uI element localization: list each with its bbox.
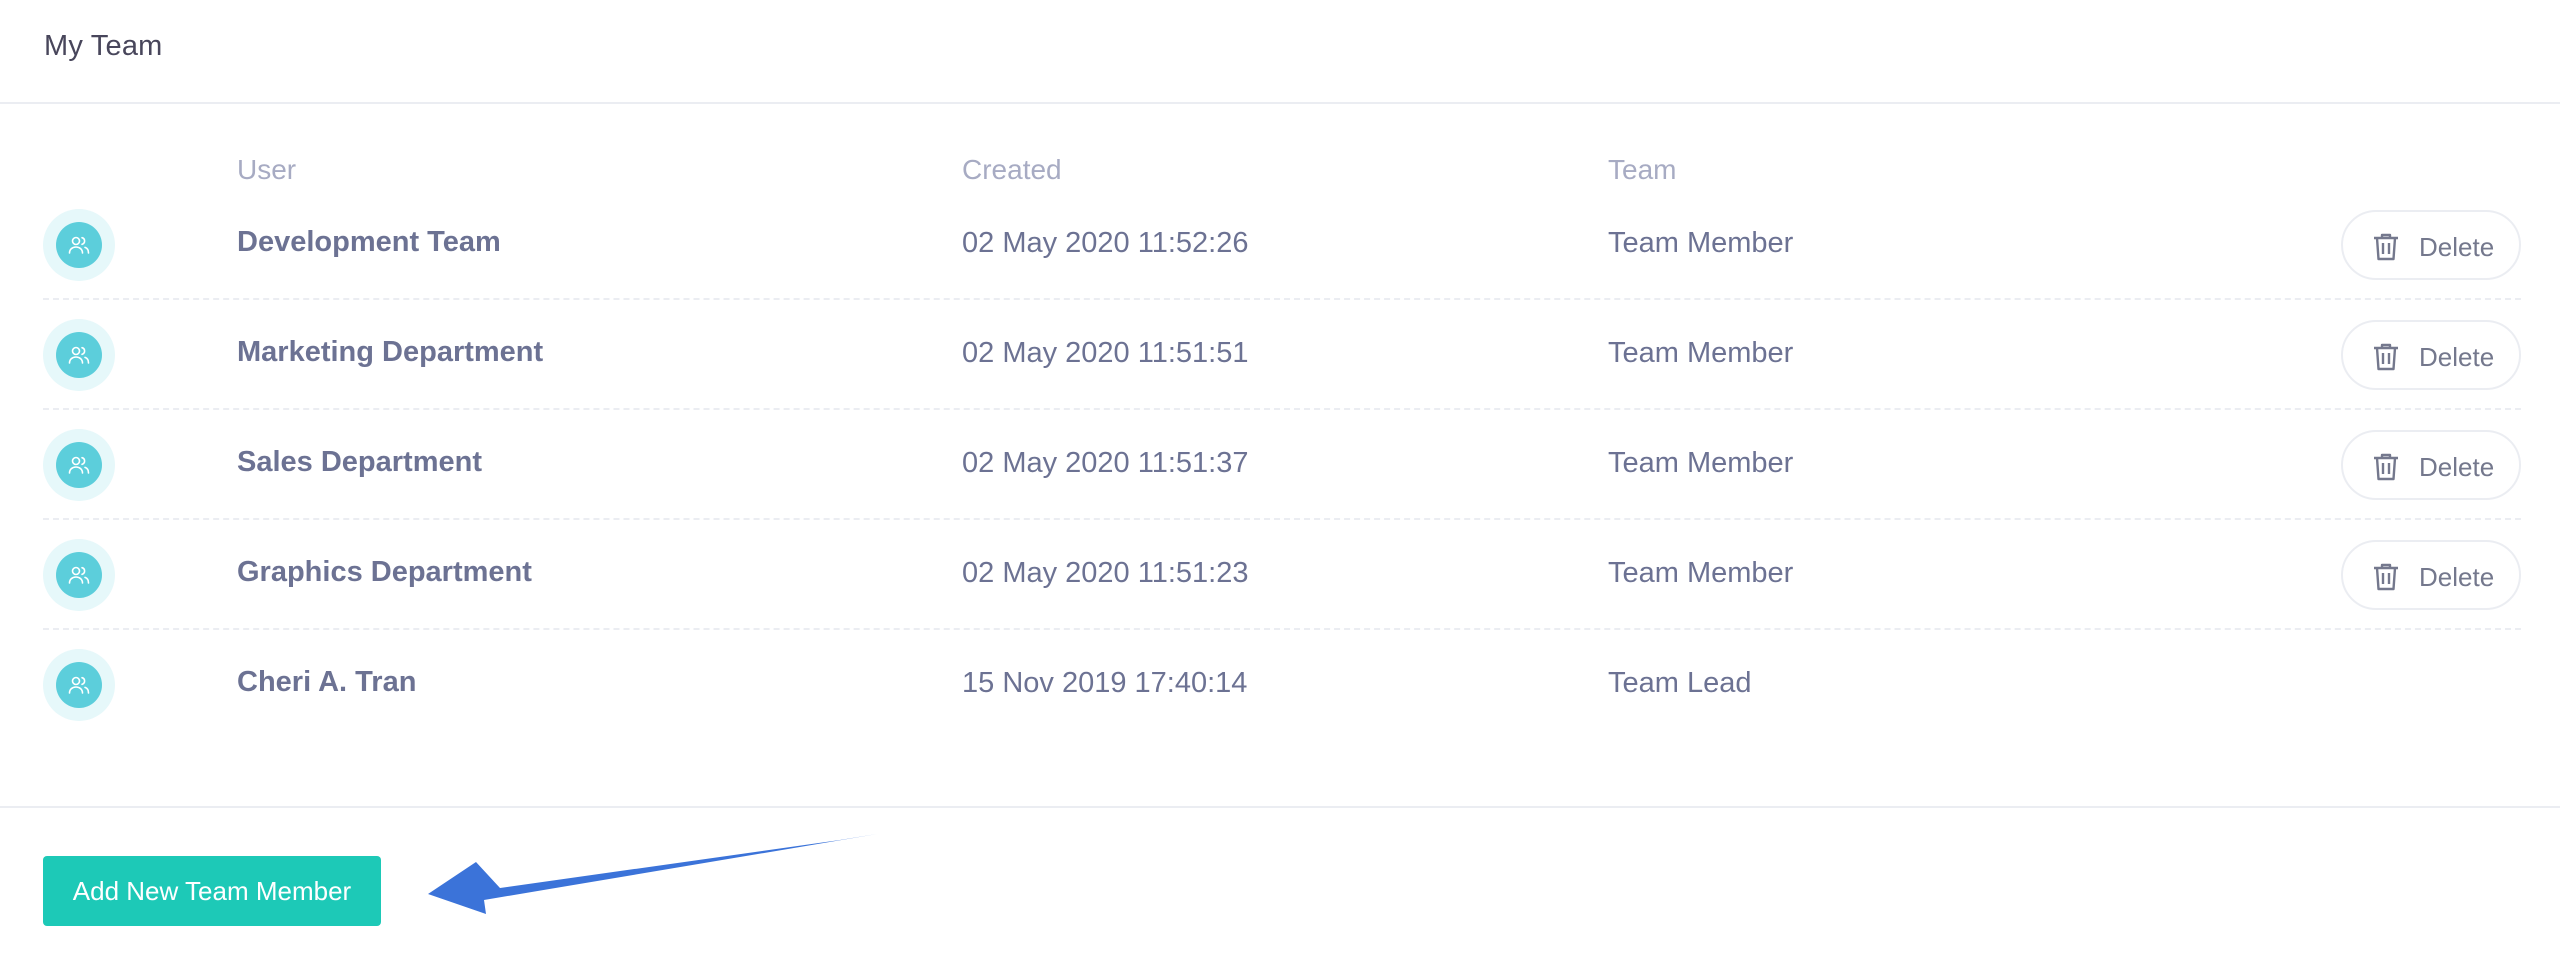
created-date: 15 Nov 2019 17:40:14 (962, 667, 1248, 699)
team-role: Team Member (1608, 337, 1794, 369)
delete-label: Delete (2419, 452, 2495, 482)
created-date: 02 May 2020 11:51:37 (962, 447, 1249, 479)
user-name: Sales Department (237, 446, 482, 478)
table-row: Development Team 02 May 2020 11:52:26 Team… (43, 190, 2521, 300)
page-title: My Team (44, 30, 163, 62)
user-name: Graphics Department (237, 556, 532, 588)
created-date: 02 May 2020 11:52:26 (962, 227, 1249, 259)
table-row: Sales Department 02 May 2020 11:51:37 Team… (43, 410, 2521, 520)
team-role: Team Member (1608, 227, 1794, 259)
card-header: My Team (0, 0, 2560, 104)
team-table-body: Development Team 02 May 2020 11:52:26 Team… (43, 190, 2521, 740)
avatar (43, 209, 115, 281)
user-name: Marketing Department (237, 336, 544, 368)
arrow-icon (428, 834, 877, 914)
avatar (43, 319, 115, 391)
column-header-created: Created (962, 154, 1062, 185)
delete-label: Delete (2419, 342, 2495, 372)
created-date: 02 May 2020 11:51:23 (962, 557, 1249, 589)
delete-label: Delete (2419, 562, 2495, 592)
table-row: Marketing Department 02 May 2020 11:51:51… (43, 300, 2521, 410)
created-date: 02 May 2020 11:51:51 (962, 337, 1249, 369)
delete-button[interactable]: Delete (2341, 540, 2521, 610)
table-header: User Created Team (0, 150, 2560, 190)
delete-button[interactable]: Delete (2341, 320, 2521, 390)
user-name: Development Team (237, 226, 501, 258)
avatar-circle (56, 552, 102, 598)
column-header-user: User (237, 154, 297, 185)
user-name: Cheri A. Tran (237, 666, 417, 698)
team-role: Team Member (1608, 447, 1794, 479)
team-role: Team Member (1608, 557, 1794, 589)
table-row: Graphics Department 02 May 2020 11:51:23 T… (43, 520, 2521, 630)
column-header-team: Team (1608, 154, 1677, 185)
delete-button[interactable]: Delete (2341, 210, 2521, 280)
table-row: Cheri A. Tran 15 Nov 2019 17:40:14 Team Le… (43, 630, 2521, 740)
avatar-circle (56, 332, 102, 378)
team-role: Team Lead (1608, 667, 1752, 699)
avatar-circle (56, 662, 102, 708)
avatar (43, 539, 115, 611)
card-footer: Add New Team Member (0, 806, 2560, 964)
avatar (43, 429, 115, 501)
delete-button[interactable]: Delete (2341, 430, 2521, 500)
avatar-circle (56, 442, 102, 488)
avatar-circle (56, 222, 102, 268)
avatar (43, 649, 115, 721)
add-new-team-member-button[interactable]: Add New Team Member (43, 856, 381, 926)
delete-label: Delete (2419, 232, 2495, 262)
